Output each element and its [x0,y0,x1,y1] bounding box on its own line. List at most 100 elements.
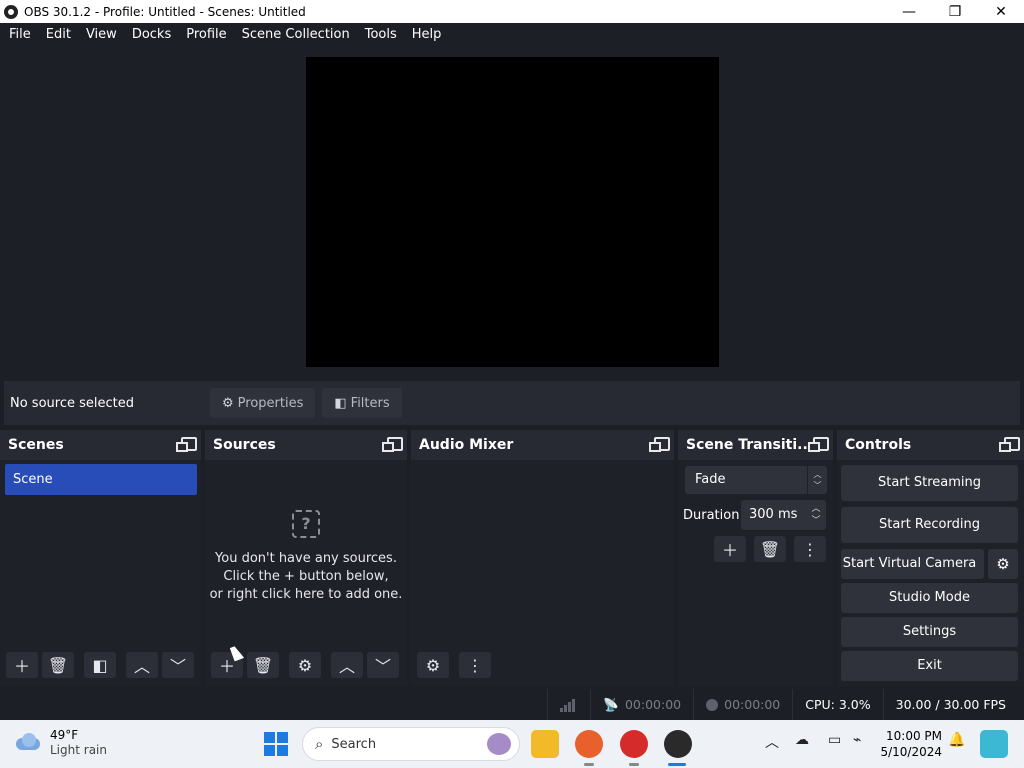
filter-icon: ◧ [334,395,347,411]
undock-icon[interactable] [999,437,1020,452]
onedrive-icon[interactable]: ☁ [795,732,809,748]
undock-icon[interactable] [649,437,670,452]
remove-source-button[interactable]: 🗑 [247,652,279,678]
firefox-running-indicator [584,763,594,766]
empty-sources-line-3: or right click here to add one. [209,587,403,602]
weather-widget[interactable]: 49°F Light rain [14,728,107,758]
gears-icon: ⚙ [425,655,441,675]
menu-profile[interactable]: Profile [180,23,232,47]
transition-select[interactable]: Fade ︿ ﹀ [685,466,827,494]
chevron-up-icon[interactable]: ︿ [765,732,779,752]
windows-start-icon[interactable] [264,732,288,756]
empty-sources-line-1: You don't have any sources. [215,551,397,566]
menu-file[interactable]: File [3,23,37,47]
rain-cloud-icon [14,732,42,754]
menu-scene-collection[interactable]: Scene Collection [236,23,356,47]
clock-date: 5/10/2024 [880,745,942,759]
audio-mixer-body: ⚙ ⋮ [411,460,674,686]
start-virtual-camera-button[interactable]: Start Virtual Camera [841,549,984,579]
filters-label: Filters [350,395,390,411]
duration-label: Duration [683,508,740,523]
move-source-down-button[interactable]: ﹀ [367,652,399,678]
trash-icon: 🗑 [252,655,274,675]
properties-button[interactable]: ⚙ Properties [210,388,316,418]
controls-title: Controls [845,437,912,453]
search-icon: ⌕ [315,735,324,753]
add-transition-button[interactable]: ＋ [714,536,746,562]
virtual-camera-config-button[interactable]: ⚙ [988,549,1018,579]
source-properties-button[interactable]: ⚙ [289,652,321,678]
sources-dock-title: Sources [213,437,276,453]
controls-body: Start Streaming Start Recording Start Vi… [837,460,1024,686]
remove-transition-button[interactable]: 🗑 [754,536,786,562]
stream-icon: 📡 [603,697,619,712]
plus-icon: ＋ [13,657,30,676]
start-recording-button[interactable]: Start Recording [841,507,1018,543]
undock-icon[interactable] [808,437,829,452]
windows-taskbar: 49°F Light rain ⌕ Search ︿ ☁ ▭ ⌁ 10:00 P… [0,720,1024,768]
question-mark-icon: ? [292,510,320,538]
kebab-menu-icon: ⋮ [802,539,818,559]
duration-value: 300 ms [749,507,798,522]
empty-sources-line-2: Click the + button below, [223,569,389,584]
file-explorer-icon[interactable] [531,730,559,758]
filters-button[interactable]: ◧ Filters [322,388,402,418]
scenes-dock-title: Scenes [8,437,64,453]
preview-canvas[interactable] [306,57,719,367]
move-scene-up-button[interactable]: ︿ [126,652,158,678]
remove-scene-button[interactable]: 🗑 [42,652,74,678]
studio-mode-button[interactable]: Studio Mode [841,583,1018,613]
duration-spinbox[interactable]: 300 ms ︿ ﹀ [741,500,826,530]
menu-tools[interactable]: Tools [359,23,403,47]
menu-help[interactable]: Help [406,23,448,47]
settings-button[interactable]: Settings [841,617,1018,647]
system-clock[interactable]: 10:00 PM 5/10/2024 [880,728,942,760]
advanced-audio-button[interactable]: ⚙ [417,652,449,678]
search-highlight-icon [487,733,511,755]
chevron-updown-icon: ︿ ﹀ [807,466,827,494]
spin-arrows-icon[interactable]: ︿ ﹀ [806,500,826,530]
obs-active-indicator [668,763,686,766]
scenes-list[interactable]: Scene ＋ 🗑 ◧ ︿ ﹀ [0,460,201,686]
minimize-button[interactable]: — [886,0,932,23]
search-placeholder: Search [331,736,377,752]
record-time: 00:00:00 [724,697,781,712]
scene-filters-button[interactable]: ◧ [84,652,116,678]
taskbar-search[interactable]: ⌕ Search [302,727,520,761]
menu-view[interactable]: View [80,23,123,47]
audio-mixer-menu-button[interactable]: ⋮ [459,652,491,678]
firefox-icon[interactable] [575,730,603,758]
exit-button[interactable]: Exit [841,651,1018,681]
display-icon[interactable]: ▭ [828,732,841,748]
stream-time: 00:00:00 [624,697,682,712]
undock-icon[interactable] [176,437,197,452]
menu-edit[interactable]: Edit [40,23,77,47]
chevron-up-icon: ︿ [338,657,355,676]
gear-icon: ⚙ [297,655,313,675]
close-button[interactable]: ✕ [978,0,1024,23]
add-scene-button[interactable]: ＋ [6,652,38,678]
transition-menu-button[interactable]: ⋮ [794,536,826,562]
undock-icon[interactable] [382,437,403,452]
scene-list-item[interactable]: Scene [5,464,197,495]
maximize-button[interactable]: ❐ [932,0,978,23]
notification-bell-icon[interactable]: 🔔 [948,732,965,748]
title-bar: OBS 30.1.2 - Profile: Untitled - Scenes:… [0,0,1024,23]
weather-condition: Light rain [50,743,107,757]
record-dot-icon [706,698,719,711]
filter-icon: ◧ [92,655,108,675]
start-streaming-button[interactable]: Start Streaming [841,465,1018,501]
chevron-down-icon: ﹀ [169,657,186,676]
menu-docks[interactable]: Docks [126,23,177,47]
obs-taskbar-icon[interactable] [664,730,692,758]
status-bar: 📡 00:00:00 00:00:00 CPU: 3.0% 30.00 / 30… [0,689,1024,720]
recorder-app-icon[interactable] [620,730,648,758]
scenes-dock: Scenes Scene ＋ 🗑 ◧ ︿ ﹀ [0,430,201,686]
fps-readout: 30.00 / 30.00 FPS [882,689,1024,720]
move-source-up-button[interactable]: ︿ [331,652,363,678]
move-scene-down-button[interactable]: ﹀ [162,652,194,678]
copilot-icon[interactable] [980,730,1008,758]
properties-label: Properties [237,395,304,411]
network-icon[interactable]: ⌁ [853,732,861,748]
preview-area[interactable] [0,47,1024,380]
